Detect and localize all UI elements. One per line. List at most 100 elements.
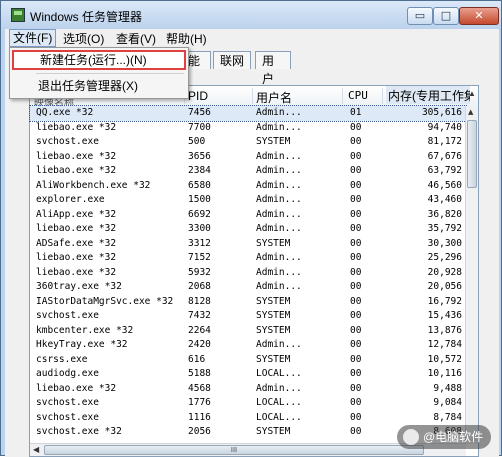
process-pid: 2264 bbox=[188, 324, 211, 336]
process-pid: 7152 bbox=[188, 252, 211, 263]
process-user: Admin... bbox=[256, 266, 302, 278]
table-row[interactable]: audiodg.exe 5188 LOCAL... 00 10,116 bbox=[30, 367, 466, 382]
menu-item-new-task[interactable]: 新建任务(运行...)(N) bbox=[12, 50, 186, 70]
column-header-cpu[interactable]: CPU bbox=[348, 89, 368, 102]
process-memory: 13,876 bbox=[427, 324, 462, 336]
table-row[interactable]: svchost.exe 1116 LOCAL... 00 8,784 bbox=[30, 411, 466, 426]
process-cpu: 00 bbox=[350, 194, 362, 205]
process-pid: 8128 bbox=[188, 295, 211, 307]
process-memory: 20,056 bbox=[427, 281, 462, 292]
menu-file[interactable]: 文件(F) bbox=[9, 29, 57, 47]
process-cpu: 00 bbox=[350, 339, 362, 350]
process-name: liebao.exe *32 bbox=[36, 165, 117, 176]
table-row[interactable]: ADSafe.exe *32 3312 SYSTEM 00 30,300 bbox=[30, 237, 466, 252]
maximize-button[interactable]: □ bbox=[433, 7, 459, 25]
table-row[interactable]: liebao.exe *32 7700 Admin... 00 94,740 bbox=[30, 121, 466, 136]
process-cpu: 00 bbox=[350, 324, 362, 336]
horizontal-scroll-thumb[interactable]: III bbox=[44, 445, 424, 455]
table-row[interactable]: HkeyTray.exe *32 2420 Admin... 00 12,784 bbox=[30, 338, 466, 353]
scroll-up-icon[interactable]: ▲ bbox=[468, 108, 473, 116]
process-cpu: 00 bbox=[350, 281, 362, 292]
column-header-memory[interactable]: 内存(专用工作集) bbox=[386, 86, 470, 104]
table-row[interactable]: liebao.exe *32 3656 Admin... 00 67,676 bbox=[30, 150, 466, 165]
column-divider[interactable] bbox=[382, 88, 383, 104]
process-user: SYSTEM bbox=[256, 353, 291, 365]
menu-bar: 文件(F) 选项(O) 查看(V) 帮助(H) bbox=[5, 29, 499, 47]
process-name: liebao.exe *32 bbox=[36, 382, 117, 394]
table-row[interactable]: svchost.exe 500 SYSTEM 00 81,172 bbox=[30, 135, 466, 150]
table-row[interactable]: kmbcenter.exe *32 2264 SYSTEM 00 13,876 bbox=[30, 324, 466, 339]
process-name: liebao.exe *32 bbox=[36, 150, 117, 162]
process-memory: 25,296 bbox=[427, 252, 462, 263]
column-divider[interactable] bbox=[342, 88, 343, 104]
table-row[interactable]: svchost.exe 1776 LOCAL... 00 9,084 bbox=[30, 396, 466, 411]
column-header-pid[interactable]: PID bbox=[188, 89, 208, 103]
menu-help[interactable]: 帮助(H) bbox=[163, 30, 210, 47]
process-name: csrss.exe bbox=[36, 353, 88, 365]
process-pid: 2420 bbox=[188, 339, 211, 350]
tab-users[interactable]: 用户 bbox=[255, 51, 291, 86]
process-cpu: 00 bbox=[350, 252, 362, 263]
process-memory: 10,572 bbox=[427, 353, 462, 365]
process-name: QQ.exe *32 bbox=[36, 107, 94, 118]
process-name: IAStorDataMgrSvc.exe *32 bbox=[36, 295, 174, 307]
process-cpu: 00 bbox=[350, 426, 362, 437]
process-cpu: 00 bbox=[350, 237, 362, 249]
table-row[interactable]: svchost.exe 7432 SYSTEM 00 15,436 bbox=[30, 309, 466, 324]
table-row[interactable]: liebao.exe *32 3300 Admin... 00 35,792 bbox=[30, 222, 466, 237]
process-user: SYSTEM bbox=[256, 310, 291, 321]
process-name: liebao.exe *32 bbox=[36, 223, 117, 234]
process-cpu: 00 bbox=[350, 208, 362, 220]
process-name: ADSafe.exe *32 bbox=[36, 237, 117, 249]
process-user: Admin... bbox=[256, 339, 302, 350]
process-cpu: 00 bbox=[350, 353, 362, 365]
menu-item-exit[interactable]: 退出任务管理器(X) bbox=[12, 76, 186, 96]
process-cpu: 00 bbox=[350, 150, 362, 162]
process-cpu: 00 bbox=[350, 165, 362, 176]
close-button[interactable]: ✕ bbox=[459, 7, 499, 25]
process-pid: 1776 bbox=[188, 397, 211, 408]
table-row[interactable]: liebao.exe *32 4568 Admin... 00 9,488 bbox=[30, 382, 466, 397]
process-user: Admin... bbox=[256, 107, 302, 118]
process-user: Admin... bbox=[256, 223, 302, 234]
vertical-scroll-thumb[interactable] bbox=[467, 120, 477, 188]
vertical-scrollbar[interactable]: ▲ bbox=[465, 106, 478, 444]
table-row[interactable]: AliApp.exe *32 6692 Admin... 00 36,820 bbox=[30, 208, 466, 223]
process-pid: 6580 bbox=[188, 179, 211, 191]
column-header-user[interactable]: 用户名 bbox=[256, 89, 292, 106]
menu-view[interactable]: 查看(V) bbox=[113, 30, 159, 47]
watermark-text: @电脑软件 bbox=[423, 430, 484, 444]
process-name: audiodg.exe bbox=[36, 368, 99, 379]
table-row[interactable]: QQ.exe *32 7456 Admin... 01 305,616 bbox=[29, 105, 467, 122]
process-cpu: 00 bbox=[350, 397, 362, 408]
table-row[interactable]: csrss.exe 616 SYSTEM 00 10,572 bbox=[30, 353, 466, 368]
process-pid: 7456 bbox=[188, 107, 211, 118]
table-row[interactable]: liebao.exe *32 7152 Admin... 00 25,296 bbox=[30, 251, 466, 266]
table-row[interactable]: liebao.exe *32 5932 Admin... 00 20,928 bbox=[30, 266, 466, 281]
process-name: liebao.exe *32 bbox=[36, 121, 117, 133]
task-manager-window: Windows 任务管理器 ▭ □ ✕ 文件(F) 选项(O) 查看(V) 帮助… bbox=[0, 0, 502, 457]
process-cpu: 00 bbox=[350, 136, 362, 147]
table-row[interactable]: IAStorDataMgrSvc.exe *32 8128 SYSTEM 00 16,7… bbox=[30, 295, 466, 310]
process-pid: 6692 bbox=[188, 208, 211, 220]
scroll-left-icon[interactable]: ◀ bbox=[33, 445, 39, 454]
menu-options[interactable]: 选项(O) bbox=[60, 30, 107, 47]
process-cpu: 01 bbox=[350, 107, 362, 118]
process-user: Admin... bbox=[256, 165, 302, 176]
title-bar[interactable]: Windows 任务管理器 ▭ □ ✕ bbox=[1, 1, 501, 29]
process-memory: 36,820 bbox=[427, 208, 462, 220]
column-divider[interactable] bbox=[252, 88, 253, 104]
table-row[interactable]: AliWorkbench.exe *32 6580 Admin... 00 46,560 bbox=[30, 179, 466, 194]
process-user: Admin... bbox=[256, 252, 302, 263]
table-row[interactable]: liebao.exe *32 2384 Admin... 00 63,792 bbox=[30, 164, 466, 179]
process-name: HkeyTray.exe *32 bbox=[36, 339, 128, 350]
watermark-badge: @电脑软件 bbox=[397, 425, 492, 449]
process-user: LOCAL... bbox=[256, 368, 302, 379]
process-name: kmbcenter.exe *32 bbox=[36, 324, 134, 336]
table-row[interactable]: explorer.exe 1500 Admin... 00 43,460 bbox=[30, 193, 466, 208]
process-name: svchost.exe bbox=[36, 310, 99, 321]
tab-networking[interactable]: 联网 bbox=[213, 51, 251, 69]
minimize-button[interactable]: ▭ bbox=[407, 7, 433, 25]
table-row[interactable]: 360tray.exe *32 2068 Admin... 00 20,056 bbox=[30, 280, 466, 295]
process-memory: 43,460 bbox=[427, 194, 462, 205]
